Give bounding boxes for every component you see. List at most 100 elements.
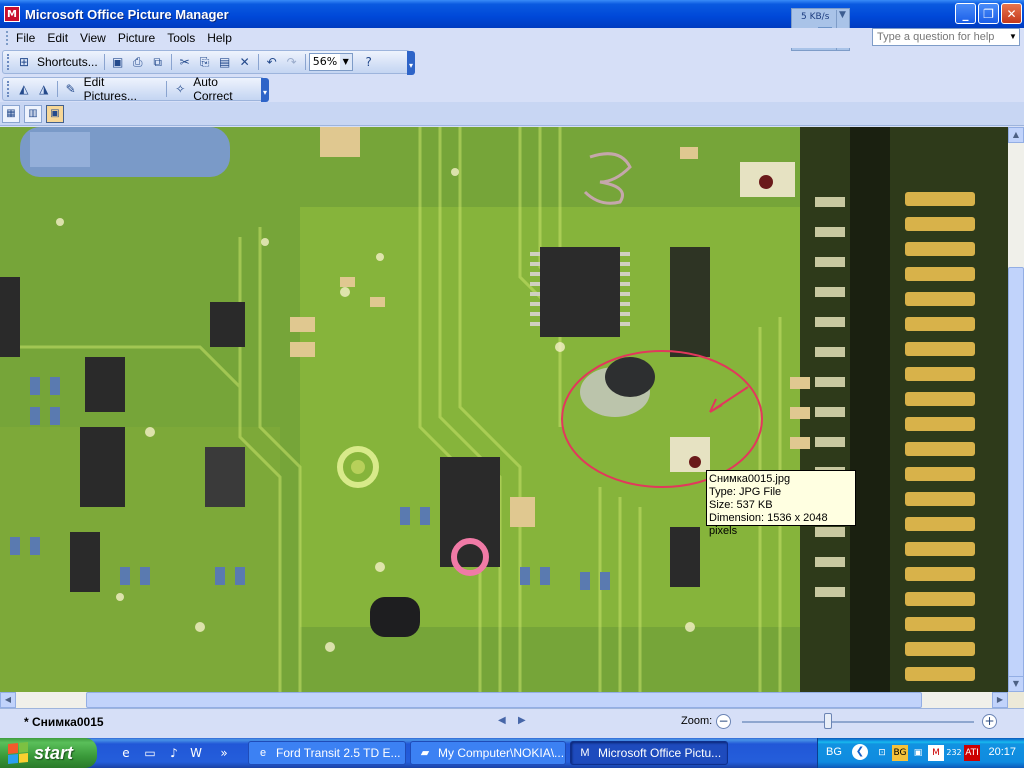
tooltip-filename: Снимка0015.jpg [709,473,791,485]
toolbar-separator [170,54,172,70]
copy-icon[interactable]: ⎘ [197,54,213,70]
internet-explorer-icon: e [259,747,267,759]
zoom-out-icon[interactable]: − [716,714,731,729]
zoom-value: 56% [312,55,338,68]
toolbar-separator [166,81,168,97]
filmstrip-view-icon[interactable]: ▥ [24,104,42,123]
menu-edit[interactable]: Edit [41,31,74,45]
ati-tray-icon[interactable]: ATI [964,745,980,761]
help-search-placeholder: Type a question for help [877,31,995,43]
task-label: Microsoft Office Pictu... [598,746,722,760]
help-icon[interactable]: ? [361,54,377,70]
save-icon[interactable]: ▣ [110,54,126,70]
clock: 20:17 [988,746,1016,758]
tooltip-dimension: Dimension: 1536 x 2048 pixels [709,512,828,537]
toolbar-options-button[interactable]: ▾ [261,78,269,102]
start-label: start [34,742,74,763]
menu-view[interactable]: View [74,31,112,45]
zoom-slider-thumb[interactable] [823,713,832,729]
media-icon[interactable]: ♪ [166,745,182,761]
rotate-left-icon[interactable]: ◭ [16,81,32,97]
word-icon[interactable]: W [188,745,204,761]
vertical-scrollbar[interactable]: ▲ ▼ [1008,127,1024,731]
edit-pictures-icon: ✎ [65,82,76,96]
mail-tray-icon[interactable]: M [928,745,944,761]
redo-icon[interactable]: ↷ [284,54,300,70]
task-label: Ford Transit 2.5 TD E... [276,746,401,760]
restore-button[interactable]: ❐ [978,3,999,24]
horizontal-scroll-thumb[interactable] [86,692,922,708]
help-dropdown-icon[interactable]: ▼ [1007,29,1019,45]
picture-viewer[interactable] [0,127,1008,692]
rotate-right-icon[interactable]: ◮ [36,81,52,97]
menu-picture[interactable]: Picture [112,31,161,45]
picture-info-tooltip: Снимка0015.jpg Type: JPG File Size: 537 … [706,470,856,537]
zoom-dropdown-icon[interactable]: ▼ [339,54,352,70]
horizontal-scrollbar[interactable]: ◀ ▶ [0,692,1008,708]
show-desktop-icon[interactable]: ▭ [142,745,158,761]
scroll-right-icon[interactable]: ▶ [992,692,1008,708]
windows-taskbar: start e ▭ ♪ W » e Ford Transit 2.5 TD E.… [0,738,1024,768]
start-button[interactable]: start [0,738,97,768]
menu-help[interactable]: Help [201,31,238,45]
zoom-select[interactable]: 56% ▼ [308,53,353,71]
undo-icon[interactable]: ↶ [264,54,280,70]
export-icon[interactable]: ⧉ [150,54,166,70]
show-hidden-icons-icon[interactable]: ❮ [852,744,868,760]
zoom-in-icon[interactable]: + [982,714,997,729]
toolbar-separator [304,54,306,70]
shortcuts-button[interactable]: Shortcuts... [34,52,101,72]
zoom-slider-track[interactable] [742,721,974,723]
quick-launch-expand-icon[interactable]: » [216,745,232,761]
task-picture-manager[interactable]: M Microsoft Office Pictu... [570,741,728,765]
tooltip-size: Size: 537 KB [709,499,773,511]
menu-tools[interactable]: Tools [161,31,201,45]
minimize-button[interactable]: _ [955,3,976,24]
menu-file[interactable]: File [10,31,41,45]
thumbnail-view-icon[interactable]: ▦ [2,104,20,123]
single-picture-view-icon[interactable]: ▣ [46,104,64,123]
status-bar: * Снимка0015 ◀ ▶ Zoom: − + [0,708,1024,738]
toolbar-grip[interactable] [7,54,10,70]
auto-correct-button[interactable]: Auto Correct [190,75,263,103]
delete-icon[interactable]: ✕ [237,54,253,70]
scroll-left-icon[interactable]: ◀ [0,692,16,708]
scroll-up-icon[interactable]: ▲ [1008,127,1024,143]
help-search-input[interactable]: Type a question for help ▼ [872,28,1020,46]
zoom-label: Zoom: [681,715,713,727]
vertical-scroll-thumb[interactable] [1008,267,1024,731]
toolbar-grip[interactable] [7,81,10,97]
current-file-name: * Снимка0015 [24,715,104,729]
keyboard-tray-icon[interactable]: BG [892,745,908,761]
menu-bar: File Edit View Picture Tools Help [0,28,1024,48]
cut-icon[interactable]: ✂ [177,54,193,70]
window-controls: _ ❐ ✕ [955,3,1022,24]
view-mode-bar: ▦ ▥ ▣ [0,102,1024,126]
close-button[interactable]: ✕ [1001,3,1022,24]
task-label: My Computer\NOKIA\... [438,746,565,760]
picture-manager-icon[interactable]: M [4,6,20,22]
internet-explorer-icon[interactable]: e [118,745,134,761]
scrollbar-corner [1008,692,1024,708]
toolbar-separator [56,81,58,97]
language-indicator[interactable]: BG [826,746,842,758]
toolbar-separator [257,54,259,70]
tooltip-type: Type: JPG File [709,486,782,498]
standard-toolbar: ⊞ Shortcuts... ▣ ⎙ ⧉ ✂ ⎘ ▤ ✕ ↶ ↷ 56% ▼ ?… [2,50,415,75]
task-ford-transit[interactable]: e Ford Transit 2.5 TD E... [248,741,406,765]
next-picture-icon[interactable]: ▶ [518,715,526,726]
display-tray-icon[interactable]: ▣ [910,745,926,761]
scroll-down-icon[interactable]: ▼ [1008,676,1024,692]
paste-icon[interactable]: ▤ [217,54,233,70]
print-icon[interactable]: ⎙ [130,54,146,70]
window-title: Microsoft Office Picture Manager [25,6,229,22]
title-bar: M Microsoft Office Picture Manager _ ❐ ✕ [0,0,1024,28]
toolbar-options-button[interactable]: ▾ [407,51,415,75]
previous-picture-icon[interactable]: ◀ [498,715,506,726]
edit-pictures-button[interactable]: Edit Pictures... [81,75,164,103]
task-my-computer[interactable]: ▰ My Computer\NOKIA\... [410,741,566,765]
picture-manager-icon: M [580,747,590,759]
network-tray-icon[interactable]: ⊡ [874,745,890,761]
windows-logo-icon [8,741,28,765]
counter-tray-icon[interactable]: 232 [946,745,962,761]
